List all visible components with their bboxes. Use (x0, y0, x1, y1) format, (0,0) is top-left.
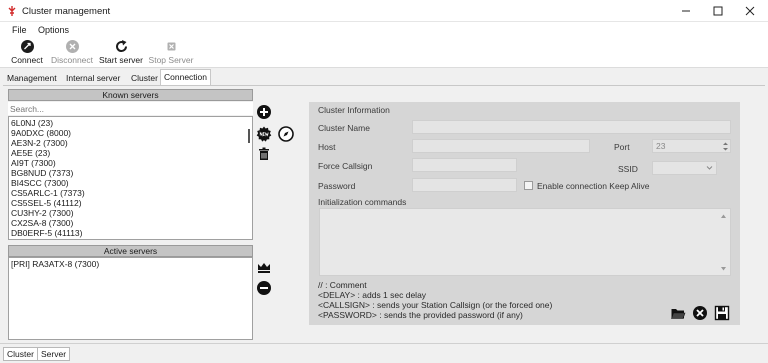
connect-icon (20, 40, 34, 53)
port-label: Port (614, 142, 630, 152)
delete-server-button[interactable] (256, 146, 272, 162)
tab-cluster[interactable]: Cluster (127, 70, 162, 85)
list-item[interactable]: AE3N-2 (7300) (11, 138, 68, 148)
list-item[interactable]: BI4SCC (7300) (11, 178, 69, 188)
save-button[interactable] (714, 305, 730, 321)
status-tab-server[interactable]: Server (37, 347, 71, 361)
force-callsign-label: Force Callsign (318, 161, 373, 171)
list-item[interactable]: AI9T (7300) (11, 158, 56, 168)
scroll-up-icon[interactable] (720, 213, 727, 219)
remove-active-button[interactable] (256, 280, 272, 296)
open-button[interactable] (670, 305, 686, 321)
plus-circle-icon (257, 105, 271, 119)
keepalive-checkbox[interactable] (524, 181, 533, 190)
init-commands-label: Initialization commands (318, 197, 407, 207)
list-item[interactable]: CU3HY-2 (7300) (11, 208, 74, 218)
disconnect-icon (65, 40, 79, 53)
refresh-icon (115, 40, 127, 53)
list-item[interactable]: CS5SEL-5 (41112) (11, 198, 82, 208)
minus-circle-icon (257, 281, 271, 295)
chevron-down-icon (706, 166, 713, 170)
host-field[interactable] (412, 139, 590, 153)
stop-server-button[interactable]: Stop Server (148, 39, 194, 67)
cluster-name-label: Cluster Name (318, 123, 370, 133)
add-server-button[interactable] (256, 104, 272, 120)
status-tab-cluster[interactable]: Cluster (3, 347, 38, 361)
disconnect-button[interactable]: Disconnect (50, 39, 94, 67)
cluster-name-field[interactable] (412, 120, 731, 134)
trash-icon (259, 147, 269, 160)
host-label: Host (318, 142, 336, 152)
start-server-button[interactable]: Start server (98, 39, 144, 67)
list-item[interactable]: AE5E (23) (11, 148, 50, 158)
list-item[interactable]: DB0ERF-5 (41113) (11, 228, 83, 238)
spin-arrows-icon[interactable] (722, 141, 729, 152)
list-item[interactable]: [PRI] RA3ATX-8 (7300) (11, 259, 99, 269)
scrollbar-thumb[interactable] (248, 129, 250, 143)
help-delay: <DELAY> : adds 1 sec delay (318, 290, 427, 300)
help-callsign: <CALLSIGN> : sends your Station Callsign… (318, 300, 553, 310)
active-servers-header: Active servers (8, 245, 253, 257)
menu-bar: File Options (0, 22, 768, 38)
init-commands-textarea[interactable] (319, 208, 731, 276)
window-title: Cluster management (22, 6, 111, 17)
list-item[interactable]: BG8NUD (7373) (11, 168, 73, 178)
save-icon (714, 305, 730, 321)
crown-icon (258, 263, 270, 273)
menu-file[interactable]: File (12, 25, 27, 35)
scroll-down-icon[interactable] (720, 266, 727, 272)
known-servers-list[interactable]: 6L0NJ (23) 9A0DXC (8000) AE3N-2 (7300) A… (8, 116, 253, 240)
tab-internal-server[interactable]: Internal server (62, 70, 124, 85)
toolbar: Connect Disconnect Start server Stop Ser… (0, 38, 768, 68)
active-servers-list[interactable]: [PRI] RA3ATX-8 (7300) (8, 257, 253, 340)
keepalive-label: Enable connection Keep Alive (537, 181, 650, 191)
maximize-icon (713, 6, 723, 16)
cluster-info-title: Cluster Information (318, 105, 390, 115)
help-comment: // : Comment (318, 280, 367, 290)
compass-icon (278, 126, 294, 142)
list-item[interactable]: CS5ARLC-1 (7373) (11, 188, 85, 198)
clear-button[interactable] (692, 305, 708, 321)
minimize-icon (682, 10, 690, 12)
title-bar: Cluster management (0, 0, 768, 22)
menu-options[interactable]: Options (38, 25, 69, 35)
folder-open-icon (671, 309, 686, 319)
list-item[interactable]: 6L0NJ (23) (11, 118, 53, 128)
stop-icon (167, 42, 175, 51)
maximize-button[interactable] (700, 0, 736, 22)
close-icon (745, 6, 755, 16)
password-field[interactable] (412, 178, 517, 192)
port-spinbox[interactable]: 23 (652, 139, 731, 153)
ssid-label: SSID (618, 164, 638, 174)
force-callsign-field[interactable] (412, 158, 517, 172)
list-item[interactable]: CX2SA-8 (7300) (11, 218, 73, 228)
list-item[interactable]: 9A0DXC (8000) (11, 128, 71, 138)
minimize-button[interactable] (668, 0, 704, 22)
tab-management[interactable]: Management (3, 70, 61, 85)
new-badge-icon (256, 126, 272, 142)
close-button[interactable] (732, 0, 768, 22)
port-value: 23 (656, 141, 666, 151)
help-password: <PASSWORD> : sends the provided password… (318, 310, 523, 320)
new-server-button[interactable] (256, 126, 272, 142)
tab-bar: Management Internal server Cluster Conne… (0, 69, 768, 85)
status-bar: Cluster Server (0, 343, 768, 363)
app-icon (7, 5, 17, 17)
set-primary-button[interactable] (256, 259, 272, 275)
connect-button[interactable]: Connect (9, 39, 45, 67)
close-circle-icon (693, 306, 707, 320)
known-servers-header: Known servers (8, 89, 253, 101)
browse-server-button[interactable] (278, 126, 294, 142)
search-input[interactable] (8, 102, 253, 115)
tab-connection[interactable]: Connection (160, 69, 212, 85)
password-label: Password (318, 181, 356, 191)
